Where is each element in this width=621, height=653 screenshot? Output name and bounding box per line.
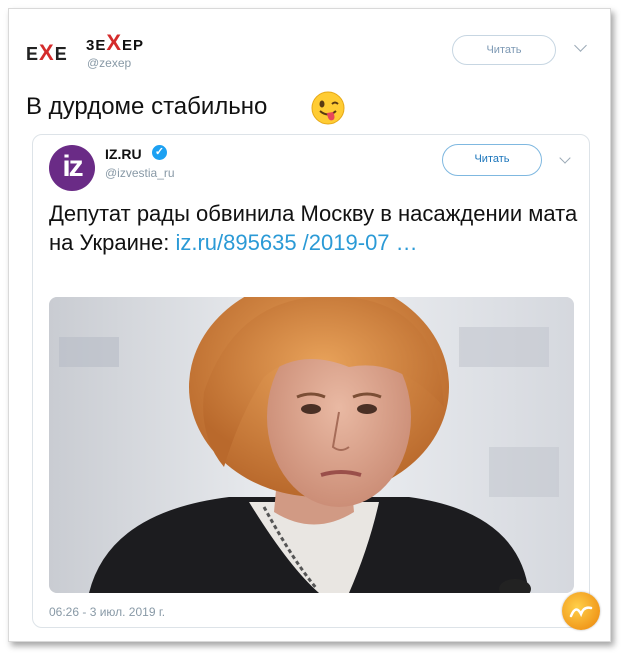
author-name-x: X bbox=[106, 30, 123, 55]
logo-right: E bbox=[54, 44, 68, 64]
logo-left: E bbox=[26, 44, 40, 64]
quoted-author-name[interactable]: IZ.RU bbox=[105, 146, 142, 162]
quoted-author-handle[interactable]: @izvestia_ru bbox=[105, 166, 175, 180]
verified-badge-icon: ✓ bbox=[152, 145, 167, 160]
follow-button[interactable]: Читать bbox=[452, 35, 556, 65]
author-name-right: EP bbox=[122, 37, 145, 54]
quoted-tweet-text: Депутат рады обвинила Москву в насаждени… bbox=[49, 199, 579, 257]
site-logo: EXE bbox=[26, 40, 68, 66]
watermark-logo bbox=[562, 592, 600, 630]
watermark-icon bbox=[569, 606, 593, 618]
headline-link[interactable]: iz.ru/895635 /2019-07 … bbox=[175, 230, 417, 255]
author-handle[interactable]: @zexep bbox=[87, 56, 131, 70]
tweet-photo[interactable] bbox=[49, 297, 574, 593]
author-name-left: 3E bbox=[86, 37, 107, 54]
tweet-timestamp[interactable]: 06:26 - 3 июл. 2019 г. bbox=[49, 605, 165, 619]
quoted-follow-button[interactable]: Читать bbox=[442, 144, 542, 176]
avatar[interactable]: iz bbox=[49, 145, 95, 191]
author-name[interactable]: 3EXEP bbox=[86, 30, 144, 56]
winking-face-with-tongue-icon bbox=[311, 91, 345, 125]
logo-x: X bbox=[39, 40, 55, 65]
tweet-text: В дурдоме стабильно bbox=[26, 93, 268, 120]
portrait-image bbox=[49, 297, 574, 593]
